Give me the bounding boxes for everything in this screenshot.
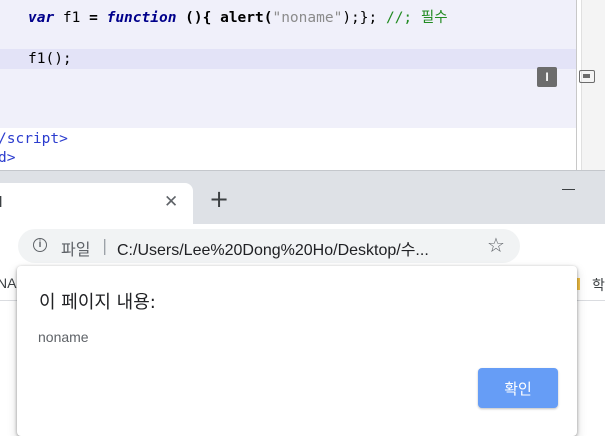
code-open: (){ alert( [176, 10, 273, 26]
editor-scrollbar[interactable] [581, 0, 605, 172]
close-icon[interactable]: ✕ [164, 192, 178, 212]
editor-margin-line [576, 0, 577, 172]
alert-dialog: 이 페이지 내용: noname 확인 [17, 266, 577, 436]
dialog-title: 이 페이지 내용: [39, 292, 156, 313]
browser-toolbar: i 파일 | C:/Users/Lee%20Dong%20Ho/Desktop/… [0, 224, 605, 268]
identifier-f1: f1 [54, 10, 90, 26]
address-bar[interactable]: i 파일 | C:/Users/Lee%20Dong%20Ho/Desktop/… [18, 229, 520, 263]
minimize-button[interactable] [562, 189, 575, 190]
new-tab-button[interactable]: + [209, 187, 229, 211]
scheme-separator: | [102, 236, 108, 255]
bookmark-item[interactable]: NA [0, 275, 16, 291]
code-line-close-script: /script> [0, 131, 68, 147]
bookmark-star-icon[interactable]: ☆ [487, 233, 505, 257]
dialog-message: noname [38, 329, 89, 345]
current-line-highlight [0, 49, 576, 69]
bookmark-item-right[interactable]: 학 [592, 275, 605, 295]
code-line-function: var f1 = function (){ alert("noname");};… [28, 9, 448, 27]
info-icon[interactable]: i [33, 238, 47, 252]
url-text[interactable]: C:/Users/Lee%20Dong%20Ho/Desktop/수... [117, 236, 429, 260]
keyword-var: var [28, 10, 55, 26]
tab-title: l [0, 194, 3, 211]
code-comment: //; 필수 [385, 10, 448, 26]
extension-icon[interactable]: I [537, 67, 557, 87]
string-literal: "noname" [272, 10, 343, 26]
tab-strip: l ✕ + [0, 170, 605, 225]
keyword-function: function [106, 10, 177, 26]
code-line-close-body: d> [0, 150, 16, 166]
ok-button[interactable]: 확인 [478, 368, 558, 408]
code-line-call: f1(); [28, 51, 72, 67]
browser-tab[interactable]: l ✕ [0, 183, 193, 225]
code-close: );}; [342, 10, 386, 26]
code-editor[interactable]: var f1 = function (){ alert("noname");};… [0, 0, 605, 172]
cast-icon[interactable] [579, 70, 595, 83]
scheme-label: 파일 [61, 242, 91, 259]
operator-equals: = [89, 10, 98, 26]
